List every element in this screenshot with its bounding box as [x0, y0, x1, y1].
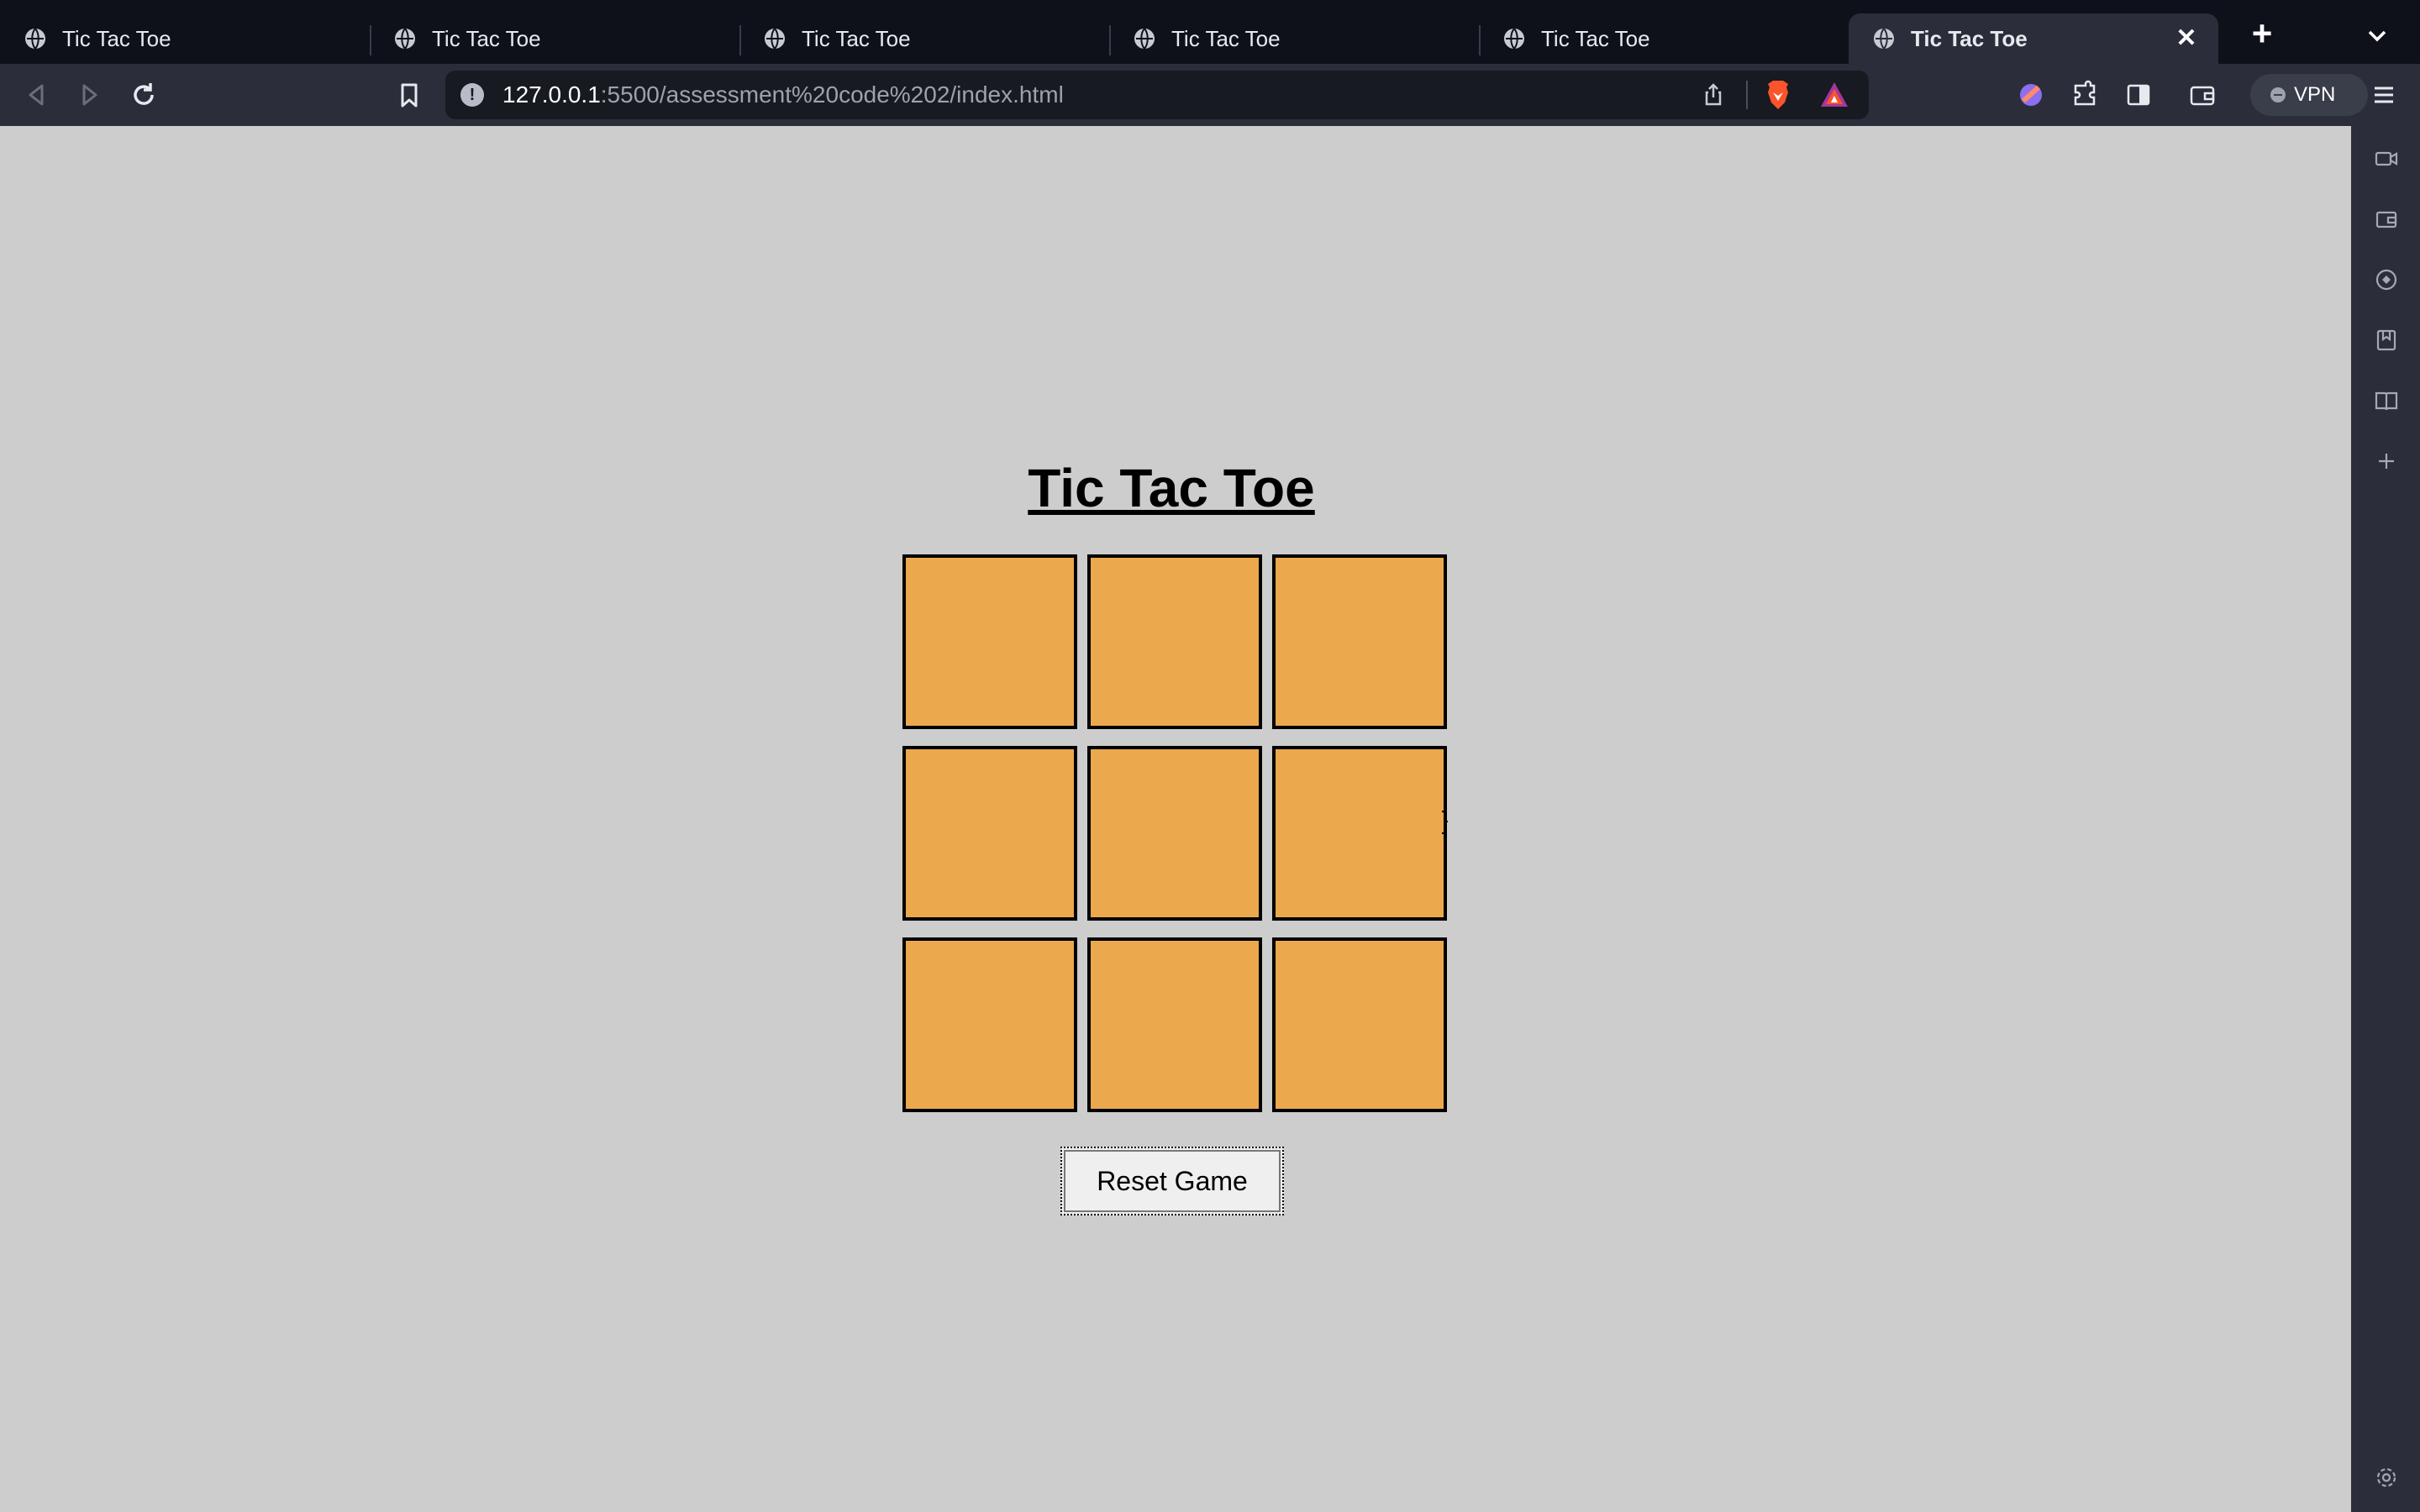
chevron-down-icon[interactable]	[2363, 22, 2391, 50]
tab-title: Tic Tac Toe	[1911, 25, 2028, 51]
board-cell-9[interactable]	[1272, 937, 1447, 1112]
leo-icon[interactable]	[2374, 267, 2399, 292]
page-content: Tic Tac Toe Reset Game	[0, 126, 2351, 1512]
game-board	[902, 554, 1447, 1112]
globe-icon	[395, 28, 415, 50]
address-bar[interactable]: ! 127.0.0.1:5500/assessment%20code%202/i…	[445, 71, 1869, 119]
tab-4[interactable]: Tic Tac Toe	[1109, 13, 1479, 64]
board-cell-4[interactable]	[902, 746, 1077, 921]
globe-icon	[765, 28, 785, 50]
url-divider	[1746, 81, 1748, 109]
tab-title: Tic Tac Toe	[1171, 25, 1281, 51]
vpn-button[interactable]: VPN	[2250, 74, 2368, 116]
bookmark-icon[interactable]	[393, 79, 425, 111]
reading-list-icon[interactable]	[2374, 388, 2399, 413]
leo-ai-icon[interactable]	[2015, 79, 2047, 111]
site-info-icon[interactable]: !	[460, 83, 484, 107]
tab-1[interactable]: Tic Tac Toe	[0, 13, 370, 64]
add-icon[interactable]	[2374, 449, 2399, 474]
board-cell-6[interactable]	[1272, 746, 1447, 921]
board-cell-8[interactable]	[1087, 937, 1262, 1112]
tab-title: Tic Tac Toe	[802, 25, 911, 51]
board-cell-7[interactable]	[902, 937, 1077, 1112]
tab-title: Tic Tac Toe	[1541, 25, 1650, 51]
tab-3[interactable]: Tic Tac Toe	[739, 13, 1109, 64]
back-icon[interactable]	[20, 79, 52, 111]
forward-icon[interactable]	[74, 79, 106, 111]
globe-icon	[25, 28, 45, 50]
share-icon[interactable]	[1701, 82, 1726, 108]
wallet-icon[interactable]	[2374, 207, 2399, 232]
reload-icon[interactable]	[128, 79, 160, 111]
tab-title: Tic Tac Toe	[432, 25, 541, 51]
new-tab-button[interactable]: +	[2245, 16, 2279, 51]
bookmarks-icon[interactable]	[2374, 328, 2399, 353]
page-title: Tic Tac Toe	[1028, 458, 1315, 518]
video-call-icon[interactable]	[2374, 146, 2399, 171]
extensions-icon[interactable]	[2069, 79, 2101, 111]
brave-rewards-icon[interactable]	[1818, 79, 1850, 111]
browser-sidebar	[2351, 126, 2420, 1512]
menu-icon[interactable]	[2368, 79, 2400, 111]
text-cursor-icon	[1441, 811, 1448, 834]
reset-game-button[interactable]: Reset Game	[1060, 1147, 1284, 1215]
url-text[interactable]: 127.0.0.1:5500/assessment%20code%202/ind…	[502, 81, 1064, 108]
tab-strip: Tic Tac Toe Tic Tac Toe Tic Tac Toe Tic …	[0, 0, 2420, 64]
board-cell-1[interactable]	[902, 554, 1077, 729]
tab-2[interactable]: Tic Tac Toe	[370, 13, 739, 64]
board-cell-2[interactable]	[1087, 554, 1262, 729]
settings-gear-icon[interactable]	[2374, 1465, 2399, 1490]
tab-title: Tic Tac Toe	[62, 25, 171, 51]
tab-5[interactable]: Tic Tac Toe	[1479, 13, 1849, 64]
wallet-icon[interactable]	[2186, 79, 2218, 111]
board-cell-5[interactable]	[1087, 746, 1262, 921]
tab-6-active[interactable]: Tic Tac Toe ✕	[1849, 13, 2218, 64]
globe-icon	[1504, 28, 1524, 50]
brave-shields-icon[interactable]	[1763, 79, 1793, 111]
vpn-status-icon	[2270, 87, 2286, 102]
browser-window: Tic Tac Toe Tic Tac Toe Tic Tac Toe Tic …	[0, 0, 2420, 1512]
vpn-label: VPN	[2294, 83, 2336, 106]
globe-icon	[1874, 28, 1894, 50]
browser-toolbar: ! 127.0.0.1:5500/assessment%20code%202/i…	[0, 64, 2420, 126]
close-tab-icon[interactable]: ✕	[2173, 25, 2200, 52]
sidebar-toggle-icon[interactable]	[2123, 79, 2154, 111]
globe-icon	[1134, 28, 1155, 50]
board-cell-3[interactable]	[1272, 554, 1447, 729]
